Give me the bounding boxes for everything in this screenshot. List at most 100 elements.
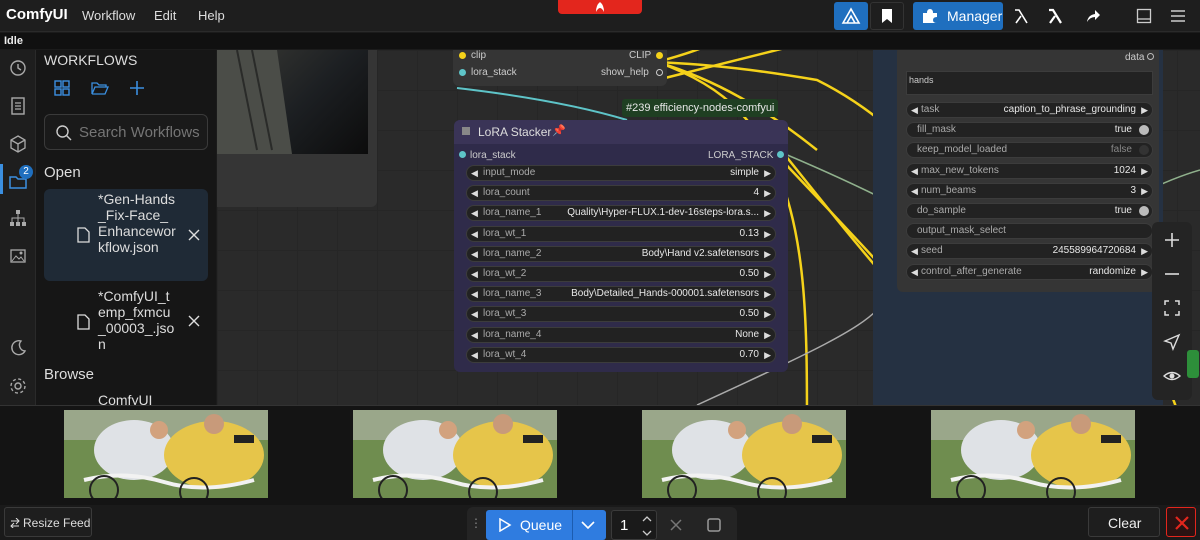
menu-help[interactable]: Help — [198, 8, 225, 23]
arrow-left-icon[interactable]: ◀ — [911, 184, 918, 198]
select-pointer-icon[interactable] — [1162, 332, 1182, 352]
arrow-left-icon[interactable]: ◀ — [471, 287, 478, 301]
arrow-left-icon[interactable]: ◀ — [471, 166, 478, 180]
arrow-right-icon[interactable]: ▶ — [1141, 265, 1148, 279]
graph-canvas[interactable]: clip CLIP lora_stack show_help #239 effi… — [217, 50, 1200, 405]
collapse-icon[interactable] — [462, 127, 470, 135]
queue-indicator-button[interactable] — [558, 0, 642, 14]
widget-max-new-tokens[interactable]: ◀ ▶ max_new_tokens 1024 — [906, 162, 1153, 179]
increment-icon[interactable] — [642, 515, 652, 523]
manager-button[interactable]: Manager — [913, 2, 1003, 30]
lora-stack-input-dot[interactable] — [459, 69, 466, 76]
toggle-bottom-panel-button[interactable] — [1130, 2, 1158, 30]
search-field[interactable] — [44, 114, 208, 150]
history-icon[interactable] — [8, 58, 28, 78]
arrow-right-icon[interactable]: ▶ — [764, 227, 771, 241]
lambda-node-button[interactable] — [1008, 2, 1034, 30]
decrement-icon[interactable] — [642, 529, 652, 537]
arrow-left-icon[interactable]: ◀ — [471, 267, 478, 281]
lora-stack-input-dot[interactable] — [459, 151, 466, 158]
cube-icon[interactable] — [8, 134, 28, 154]
moon-icon[interactable] — [8, 338, 28, 358]
widget-task[interactable]: ◀ ▶ task caption_to_phrase_grounding — [906, 102, 1153, 118]
document-icon[interactable] — [8, 96, 28, 116]
toggle-knob[interactable] — [1139, 125, 1149, 136]
arrow-left-icon[interactable]: ◀ — [911, 164, 918, 178]
side-handle[interactable] — [1187, 350, 1199, 378]
feed-thumbnail[interactable] — [64, 410, 268, 498]
widget-num-beams[interactable]: ◀ ▶ num_beams 3 — [906, 182, 1153, 199]
widget-lora-wt-4[interactable]: ◀ lora_wt_4 0.70 ▶ — [466, 346, 776, 363]
arrow-left-icon[interactable]: ◀ — [911, 103, 918, 117]
widget-do-sample[interactable]: do_sample true — [906, 203, 1153, 219]
widget-keep-model-loaded[interactable]: keep_model_loaded false — [906, 142, 1153, 159]
open-folder-icon[interactable] — [91, 80, 109, 96]
menu-workflow[interactable]: Workflow — [82, 8, 135, 23]
widget-lora-count[interactable]: ◀ lora_count 4 ▶ — [466, 185, 776, 202]
visibility-eye-icon[interactable] — [1162, 366, 1182, 386]
widget-lora-wt-3[interactable]: ◀ lora_wt_3 0.50 ▶ — [466, 306, 776, 323]
feed-thumbnail[interactable] — [931, 410, 1135, 498]
widget-seed[interactable]: ◀ ▶ seed 245589964720684 — [906, 243, 1153, 260]
arrow-left-icon[interactable]: ◀ — [471, 348, 478, 362]
close-icon[interactable] — [187, 314, 201, 328]
arrow-left-icon[interactable]: ◀ — [471, 227, 478, 241]
lora-node-header[interactable]: LoRA Stacker 📌 — [454, 120, 788, 144]
zoom-out-icon[interactable] — [1162, 264, 1182, 284]
chevron-down-icon[interactable] — [581, 520, 595, 530]
clear-button[interactable]: Clear — [1088, 507, 1160, 537]
toggle-knob[interactable] — [1139, 145, 1149, 156]
fit-view-icon[interactable] — [1162, 298, 1182, 318]
arrow-right-icon[interactable]: ▶ — [764, 206, 771, 220]
widget-lora-name-2[interactable]: ◀ lora_name_2 Body\Hand v2.safetensors ▶ — [466, 245, 776, 262]
arrow-right-icon[interactable]: ▶ — [1141, 184, 1148, 198]
clip-output-dot[interactable] — [656, 52, 663, 59]
browse-item[interactable]: ComfyUI — [98, 392, 152, 405]
widget-lora-name-4[interactable]: ◀ lora_name_4 None ▶ — [466, 326, 776, 343]
sitemap-icon[interactable] — [8, 208, 28, 228]
arrow-right-icon[interactable]: ▶ — [764, 348, 771, 362]
hamburger-menu-button[interactable] — [1164, 2, 1192, 30]
menu-edit[interactable]: Edit — [154, 8, 176, 23]
clip-input-dot[interactable] — [459, 52, 466, 59]
settings-gear-icon[interactable] — [8, 376, 28, 396]
feed-thumbnail[interactable] — [353, 410, 557, 498]
arrow-left-icon[interactable]: ◀ — [911, 244, 918, 258]
arrow-left-icon[interactable]: ◀ — [471, 247, 478, 261]
arrow-right-icon[interactable]: ▶ — [764, 307, 771, 321]
arrow-right-icon[interactable]: ▶ — [1141, 164, 1148, 178]
pin-icon[interactable]: 📌 — [552, 124, 566, 137]
arrow-left-icon[interactable]: ◀ — [471, 307, 478, 321]
toggle-knob[interactable] — [1139, 206, 1149, 216]
resize-feed-button[interactable]: Resize Feed — [4, 507, 92, 537]
lora-stacker-node[interactable]: LoRA Stacker 📌 lora_stack LORA_STACK ◀ in… — [454, 120, 788, 372]
arrow-right-icon[interactable]: ▶ — [764, 166, 771, 180]
lambda-alt-button[interactable] — [1042, 2, 1068, 30]
grid-view-icon[interactable] — [54, 80, 70, 96]
close-icon[interactable] — [187, 228, 201, 242]
arrow-right-icon[interactable]: ▶ — [764, 186, 771, 200]
widget-output-mask-select[interactable]: output_mask_select — [906, 223, 1153, 240]
arrow-left-icon[interactable]: ◀ — [471, 206, 478, 220]
arrow-right-icon[interactable]: ▶ — [764, 267, 771, 281]
upstream-node[interactable]: clip CLIP lora_stack show_help — [453, 50, 667, 86]
arrow-left-icon[interactable]: ◀ — [911, 265, 918, 279]
widget-lora-name-1[interactable]: ◀ lora_name_1 Quality\Hyper-FLUX.1-dev-16s… — [466, 205, 776, 222]
widget-input-mode[interactable]: ◀ input_mode simple ▶ — [466, 165, 776, 181]
batch-count-stepper[interactable]: 1 — [611, 510, 657, 540]
arrow-right-icon[interactable]: ▶ — [1141, 244, 1148, 258]
feed-thumbnail[interactable] — [642, 410, 846, 498]
arrow-right-icon[interactable]: ▶ — [764, 287, 771, 301]
batch-count-value[interactable]: 1 — [620, 517, 628, 534]
widget-fill-mask[interactable]: fill_mask true — [906, 122, 1153, 139]
open-workflow-item[interactable]: *ComfyUI_temp_fxmcu_00003_.json — [44, 286, 208, 358]
data-output-dot[interactable] — [1147, 53, 1154, 60]
arrow-right-icon[interactable]: ▶ — [1141, 103, 1148, 117]
florence-node[interactable]: data hands ◀ ▶ task caption_to_phrase_groun… — [897, 50, 1159, 292]
arrow-right-icon[interactable]: ▶ — [764, 328, 771, 342]
images-icon[interactable] — [8, 246, 28, 266]
lora-stack-output-dot[interactable] — [777, 151, 784, 158]
drag-handle-icon[interactable]: ⋮ — [470, 516, 482, 530]
stop-icon[interactable] — [707, 518, 721, 532]
widget-lora-wt-1[interactable]: ◀ lora_wt_1 0.13 ▶ — [466, 225, 776, 242]
